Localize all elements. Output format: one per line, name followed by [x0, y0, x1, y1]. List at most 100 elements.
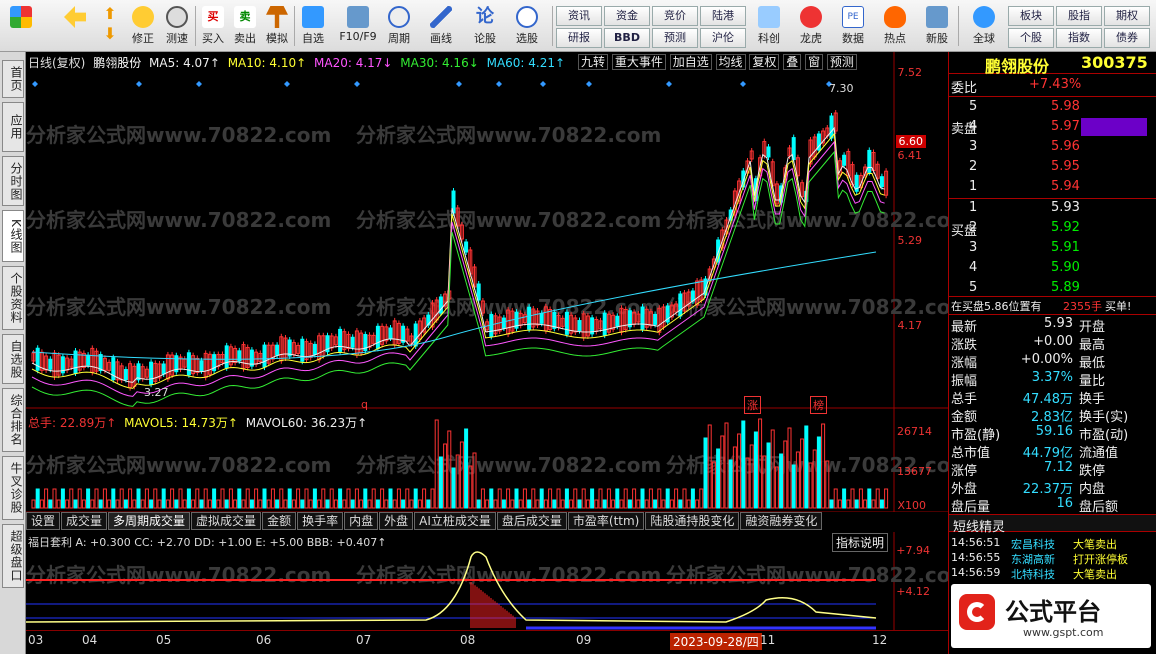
volume-bar: [279, 488, 284, 509]
tab-inner[interactable]: 内盘: [344, 512, 379, 530]
link-hk[interactable]: 陆港: [700, 6, 746, 26]
discuss-button[interactable]: 论论股: [468, 4, 502, 50]
buy-button[interactable]: 买买入: [196, 4, 230, 50]
scroll-updown-icon[interactable]: ⬆ ⬇: [96, 4, 124, 50]
tab-intraday[interactable]: 分时图: [2, 156, 24, 206]
btn-ma[interactable]: 均线: [715, 54, 746, 70]
global-button[interactable]: 全球: [964, 4, 1004, 50]
f10-button[interactable]: F10/F9: [338, 4, 378, 50]
watchlist-button[interactable]: 自选: [296, 4, 330, 50]
btn-predict[interactable]: 预测: [826, 54, 857, 70]
fix-button[interactable]: 修正: [126, 4, 160, 50]
btn-add-watch[interactable]: 加自选: [669, 54, 712, 70]
event-diamond-icon[interactable]: [284, 81, 290, 87]
link-report[interactable]: 研报: [556, 28, 602, 48]
indicator-help-button[interactable]: 指标说明: [832, 533, 889, 552]
sell-button[interactable]: 卖卖出: [228, 4, 262, 50]
event-marker-q[interactable]: q: [361, 398, 368, 411]
tab-after-volume[interactable]: 盘后成交量: [496, 512, 567, 530]
btn-nine-turn[interactable]: 九转: [578, 54, 609, 70]
candle: [527, 306, 532, 330]
star-market-button[interactable]: 科创: [752, 4, 786, 50]
event-diamond-icon[interactable]: [666, 81, 672, 87]
volume-bar: [186, 488, 191, 509]
tab-margin[interactable]: 融资融券变化: [740, 512, 823, 530]
volume-bar: [291, 499, 296, 509]
buy-alert-row[interactable]: 在买盘5.86位置有 2355手 买单!: [949, 296, 1156, 314]
tab-apps[interactable]: 应用: [2, 102, 24, 152]
link-bonds[interactable]: 债券: [1104, 28, 1150, 48]
stock-select-button[interactable]: 选股: [510, 4, 544, 50]
back-button[interactable]: [58, 4, 92, 50]
app-logo-icon[interactable]: [4, 4, 38, 50]
draw-line-button[interactable]: 画线: [424, 4, 458, 50]
event-diamond-icon[interactable]: [196, 81, 202, 87]
link-capital[interactable]: 资金: [604, 6, 650, 26]
event-diamond-icon[interactable]: [456, 81, 462, 87]
tab-pe-ttm[interactable]: 市盈率(ttm): [567, 512, 645, 530]
event-diamond-icon[interactable]: [496, 81, 502, 87]
link-forecast[interactable]: 预测: [652, 28, 698, 48]
period-button[interactable]: 周期: [382, 4, 416, 50]
speed-test-button[interactable]: 测速: [160, 4, 194, 50]
volume-bar: [548, 488, 553, 509]
mavol5-label: MAVOL5: 14.73万↑: [124, 416, 238, 430]
hotspot-button[interactable]: 热点: [878, 4, 912, 50]
event-diamond-icon[interactable]: [32, 81, 38, 87]
tab-virtual-volume[interactable]: 虚拟成交量: [191, 512, 262, 530]
tab-volume[interactable]: 成交量: [61, 512, 108, 530]
data-button[interactable]: PE 数据: [836, 4, 870, 50]
tab-kline[interactable]: K线图: [2, 210, 24, 262]
stat-right-label: 最高: [1079, 338, 1106, 353]
kline-svg[interactable]: 分析家公式网www.70822.com 分析家公式网www.70822.com分析…: [26, 52, 948, 650]
tab-watchlist[interactable]: 自选股: [2, 334, 24, 384]
watermark-text: 分析家公式网www.70822.com: [356, 123, 661, 147]
event-marker-limit[interactable]: 涨: [744, 396, 761, 414]
event-diamond-icon[interactable]: [540, 81, 546, 87]
volume-bar: [224, 499, 229, 509]
event-diamond-icon[interactable]: [136, 81, 142, 87]
tab-amount[interactable]: 金额: [262, 512, 297, 530]
link-sector[interactable]: 板块: [1008, 6, 1054, 26]
date-axis: 03 04 05 06 07 08 09 2023-09-28/四 11 12: [26, 630, 948, 650]
sprite-time: 14:56:59: [951, 566, 1001, 579]
tab-stock-info[interactable]: 个股资料: [2, 266, 24, 330]
btn-major-events[interactable]: 重大事件: [611, 54, 666, 70]
tab-settings[interactable]: 设置: [26, 512, 61, 530]
event-diamond-icon[interactable]: [586, 81, 592, 87]
tab-home[interactable]: 首页: [2, 60, 24, 98]
volume-bar: [363, 488, 368, 509]
link-index[interactable]: 指数: [1056, 28, 1102, 48]
tab-northbound[interactable]: 陆股通持股变化: [645, 512, 740, 530]
event-diamond-icon[interactable]: [740, 81, 746, 87]
tab-ai-volume[interactable]: AI立桩成交量: [414, 512, 496, 530]
dragon-tiger-button[interactable]: 龙虎: [794, 4, 828, 50]
stat-label: 最新: [951, 320, 978, 335]
link-index-futures[interactable]: 股指: [1056, 6, 1102, 26]
tab-diagnosis[interactable]: 牛叉诊股: [2, 456, 24, 520]
volume-bar: [300, 499, 305, 509]
simulate-button[interactable]: 模拟: [260, 4, 294, 50]
tab-multi-volume[interactable]: 多周期成交量: [108, 512, 191, 530]
btn-window[interactable]: 窗: [805, 54, 824, 70]
tab-super-quote[interactable]: 超级盘口: [2, 524, 24, 588]
link-auction[interactable]: 竞价: [652, 6, 698, 26]
tab-ranking[interactable]: 综合排名: [2, 388, 24, 452]
link-news[interactable]: 资讯: [556, 6, 602, 26]
link-bbd[interactable]: BBD: [604, 28, 650, 48]
tab-turnover[interactable]: 换手率: [297, 512, 344, 530]
short-sprite-header[interactable]: 短线精灵: [949, 514, 1156, 535]
volume-bar: [728, 459, 733, 509]
kline-chart-area[interactable]: 分析家公式网www.70822.com 分析家公式网www.70822.com 分析…: [26, 52, 948, 650]
volume-bar: [522, 488, 527, 509]
event-diamond-icon[interactable]: [354, 81, 360, 87]
btn-adjust[interactable]: 复权: [749, 54, 780, 70]
event-marker-list[interactable]: 榜: [810, 396, 827, 414]
new-stock-button[interactable]: 新股: [920, 4, 954, 50]
short-sprite-item[interactable]: 14:56:59 北特科技 大笔卖出: [949, 566, 1149, 584]
btn-overlay[interactable]: 叠: [783, 54, 802, 70]
link-stock[interactable]: 个股: [1008, 28, 1054, 48]
tab-outer[interactable]: 外盘: [379, 512, 414, 530]
link-london[interactable]: 沪伦: [700, 28, 746, 48]
link-options[interactable]: 期权: [1104, 6, 1150, 26]
